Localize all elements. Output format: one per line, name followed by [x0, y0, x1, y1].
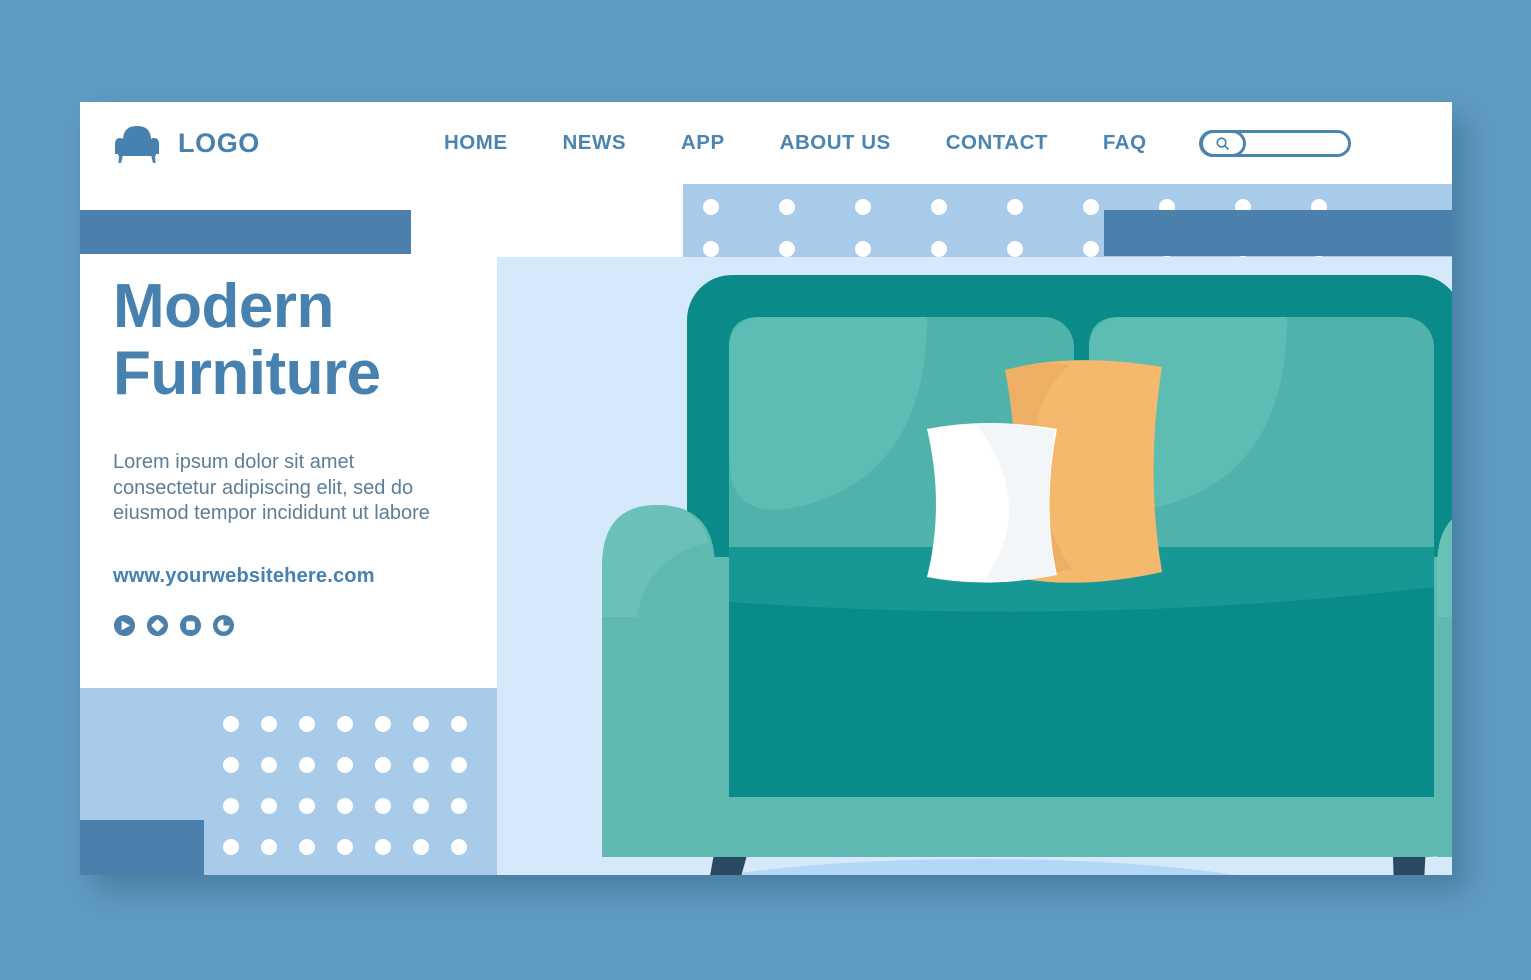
decor-dot — [223, 716, 239, 732]
decor-dot — [779, 199, 795, 215]
decor-dot — [1083, 199, 1099, 215]
decor-dot — [855, 241, 871, 257]
decor-dot — [1083, 241, 1099, 257]
decor-dot — [337, 798, 353, 814]
decor-dot — [413, 798, 429, 814]
nav-item-contact[interactable]: CONTACT — [946, 131, 1048, 155]
search-input[interactable] — [1198, 129, 1351, 157]
headline-line-1: Modern — [113, 272, 334, 341]
landing-page-card: Modern Furniture Lorem ipsum dolor sit a… — [80, 102, 1452, 875]
square-circle-icon[interactable] — [179, 614, 202, 637]
decor-dot — [299, 798, 315, 814]
decor-dot — [375, 757, 391, 773]
social-icons-row — [113, 614, 493, 637]
page-title: Modern Furniture — [113, 272, 493, 408]
diamond-circle-icon[interactable] — [146, 614, 169, 637]
decor-dot — [413, 757, 429, 773]
decor-dot — [451, 757, 467, 773]
hero-description-line-2: consectetur adipiscing elit, sed do — [113, 476, 414, 499]
decor-dot — [855, 199, 871, 215]
top-navigation-bar: LOGO HOME NEWS APP ABOUT US CONTACT FAQ — [80, 102, 1452, 184]
decor-block-bottom-left — [80, 820, 204, 875]
decor-dot — [299, 757, 315, 773]
nav-item-faq[interactable]: FAQ — [1103, 131, 1147, 155]
decor-dot — [223, 839, 239, 855]
decor-dot — [337, 716, 353, 732]
search-icon — [1216, 136, 1230, 150]
nav-item-home[interactable]: HOME — [444, 131, 508, 155]
decor-dot — [451, 798, 467, 814]
armchair-icon — [115, 126, 159, 163]
decor-dot — [375, 798, 391, 814]
teal-sofa-illustration — [602, 275, 1452, 875]
hero-description-line-3: eiusmod tempor incididunt ut labore — [113, 502, 430, 525]
decor-dot — [1007, 241, 1023, 257]
decor-dot — [703, 199, 719, 215]
decor-dot — [703, 241, 719, 257]
decor-dot — [931, 241, 947, 257]
hero-description-line-1: Lorem ipsum dolor sit amet — [113, 450, 355, 473]
decor-dot — [261, 839, 277, 855]
decor-dot — [451, 839, 467, 855]
decor-dot — [337, 757, 353, 773]
decor-dot — [451, 716, 467, 732]
hero-copy: Modern Furniture Lorem ipsum dolor sit a… — [113, 272, 493, 637]
play-circle-icon[interactable] — [113, 614, 136, 637]
decor-dot — [223, 798, 239, 814]
decor-dot — [413, 839, 429, 855]
decor-dot — [931, 199, 947, 215]
decor-dot — [413, 716, 429, 732]
nav-item-app[interactable]: APP — [681, 131, 725, 155]
search-icon-button[interactable] — [1199, 129, 1246, 157]
decor-dot — [1007, 199, 1023, 215]
decor-dot — [779, 241, 795, 257]
website-link[interactable]: www.yourwebsitehere.com — [113, 565, 493, 588]
nav-menu: HOME NEWS APP ABOUT US CONTACT FAQ — [440, 129, 1452, 157]
headline-line-2: Furniture — [113, 338, 381, 408]
hero-description: Lorem ipsum dolor sit amet consectetur a… — [113, 450, 493, 527]
decor-dot — [375, 839, 391, 855]
decor-dot — [299, 839, 315, 855]
decor-dot — [375, 716, 391, 732]
decor-dot — [261, 716, 277, 732]
nav-item-about-us[interactable]: ABOUT US — [780, 131, 891, 155]
decor-dot — [337, 839, 353, 855]
decor-dot — [261, 798, 277, 814]
decor-bar-left — [80, 210, 411, 254]
decor-dot — [261, 757, 277, 773]
decor-dot — [299, 716, 315, 732]
decor-bar-right — [1104, 210, 1452, 256]
logo-text: LOGO — [178, 127, 260, 158]
brand-logo[interactable]: LOGO — [110, 122, 440, 164]
nav-item-news[interactable]: NEWS — [563, 131, 627, 155]
decor-dot — [223, 757, 239, 773]
ring-circle-icon[interactable] — [212, 614, 235, 637]
